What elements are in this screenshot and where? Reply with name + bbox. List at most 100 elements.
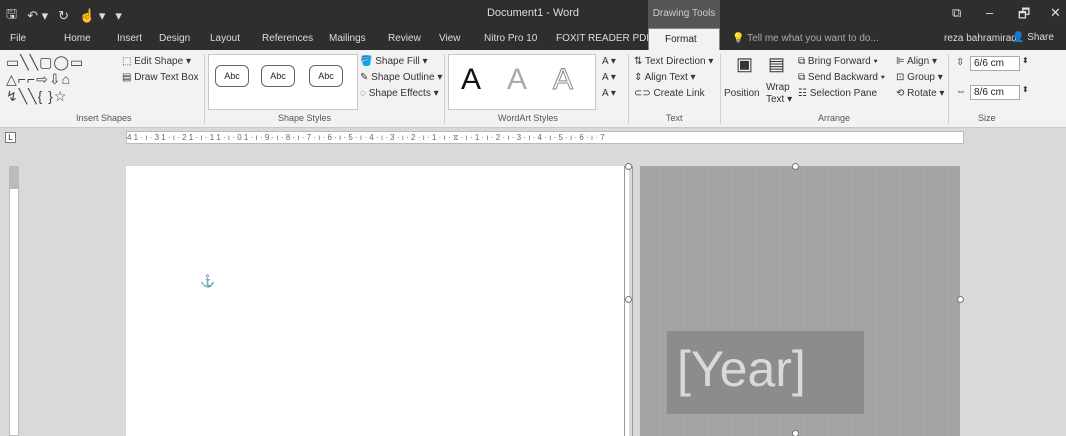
- share-button[interactable]: 👤 Share: [1012, 32, 1054, 43]
- tab-format[interactable]: Format: [648, 28, 720, 50]
- tab-file[interactable]: File: [10, 33, 26, 44]
- shape-height-field[interactable]: 6/6 cm: [970, 56, 1020, 71]
- horizontal-ruler[interactable]: 4 1 · ı · 3 1 · ı · 2 1 · ı · 1 1 · ı · …: [126, 131, 964, 144]
- tab-insert[interactable]: Insert: [117, 33, 142, 44]
- document-page[interactable]: [126, 166, 629, 436]
- selection-pane-label: Selection Pane: [809, 88, 878, 99]
- tell-me-text: Tell me what you want to do...: [747, 33, 879, 44]
- wordart-style-3[interactable]: A: [552, 63, 573, 97]
- shape-styles-gallery: Abc Abc Abc: [208, 54, 358, 110]
- text-box-icon: ▤: [122, 72, 135, 83]
- minimize-button[interactable]: –: [986, 5, 993, 20]
- align-text-label: Align Text ▾: [644, 72, 696, 83]
- group-button[interactable]: ⊡ Group ▾: [896, 72, 943, 83]
- text-effects-icon[interactable]: A ▾: [602, 88, 616, 99]
- resize-handle-left[interactable]: [625, 296, 632, 303]
- shape-effects-label: Shape Effects ▾: [368, 88, 439, 99]
- rotate-button[interactable]: ⟲ Rotate ▾: [896, 88, 944, 99]
- wrap-text-line-2[interactable]: Text ▾: [766, 94, 792, 105]
- shapes-gallery[interactable]: ▭╲╲▢◯▭ △⌐⌐⇨⇩⌂ ↯╲╲{ }☆: [6, 54, 112, 110]
- tab-selector[interactable]: L: [5, 132, 16, 143]
- send-backward-icon: ⧉: [798, 72, 808, 83]
- shape-style-3[interactable]: Abc: [309, 65, 343, 87]
- width-spinner[interactable]: ⬍: [1022, 85, 1029, 94]
- wrap-text-icon[interactable]: ▤: [768, 54, 785, 75]
- tell-me-search[interactable]: 💡 Tell me what you want to do...: [732, 33, 879, 44]
- resize-handle-bottom[interactable]: [792, 430, 799, 436]
- ribbon-display-icon[interactable]: ⧉: [952, 5, 961, 21]
- shape-width-field[interactable]: 8/6 cm: [970, 85, 1020, 100]
- tab-references[interactable]: References: [262, 33, 313, 44]
- align-text-button[interactable]: ⇕ Align Text ▾: [634, 72, 696, 83]
- year-placeholder[interactable]: [Year]: [677, 340, 806, 398]
- resize-handle-right[interactable]: [957, 296, 964, 303]
- tab-design[interactable]: Design: [159, 33, 190, 44]
- tab-foxit-reader[interactable]: FOXIT READER PDF: [556, 33, 653, 44]
- tab-mailings[interactable]: Mailings: [329, 33, 366, 44]
- group-label-shape-styles: Shape Styles: [278, 113, 332, 123]
- resize-handle-top[interactable]: [792, 163, 799, 170]
- shape-outline-icon: ✎: [360, 72, 372, 83]
- close-button[interactable]: ✕: [1050, 5, 1061, 21]
- shape-effects-button[interactable]: ◌ Shape Effects ▾: [360, 88, 439, 99]
- ruler-row: L 4 1 · ı · 3 1 · ı · 2 1 · ı · 1 1 · ı …: [0, 129, 1066, 146]
- height-spinner[interactable]: ⬍: [1022, 56, 1029, 65]
- edit-shape-icon: ⬚: [122, 56, 135, 67]
- bring-forward-icon: ⧉: [798, 56, 808, 67]
- position-button[interactable]: Position: [724, 88, 760, 99]
- send-backward-label: Send Backward ▾: [807, 72, 885, 83]
- ribbon-tabs: File Home Insert Design Layout Reference…: [0, 28, 1066, 50]
- group-label-insert-shapes: Insert Shapes: [76, 113, 132, 123]
- selection-pane-icon: ☷: [798, 88, 810, 99]
- maximize-button[interactable]: 🗗: [1018, 5, 1030, 27]
- vertical-ruler[interactable]: [9, 166, 19, 436]
- rotate-icon: ⟲: [896, 88, 908, 99]
- shape-outline-button[interactable]: ✎ Shape Outline ▾: [360, 72, 442, 83]
- align-label: Align ▾: [906, 56, 937, 67]
- text-outline-icon[interactable]: A ▾: [602, 72, 616, 83]
- align-button[interactable]: ⊫ Align ▾: [896, 56, 937, 67]
- shape-effects-icon: ◌: [360, 88, 369, 99]
- shapes-row-1: ▭╲╲▢◯▭: [6, 54, 85, 70]
- user-name[interactable]: reza bahramirad: [944, 33, 1017, 44]
- ribbon-separator: [948, 54, 949, 124]
- height-icon: ⇳: [956, 57, 965, 68]
- link-icon: ⊂⊃: [634, 88, 654, 99]
- title-bar: 🖫 ↶ ▾ ↻ ☝ ▾ ▾ Document1 - Word Drawing T…: [0, 0, 1066, 28]
- tab-nitro-pro[interactable]: Nitro Pro 10: [484, 33, 537, 44]
- position-icon[interactable]: ▣: [736, 54, 753, 75]
- shape-fill-button[interactable]: 🪣 Shape Fill ▾: [360, 56, 428, 67]
- group-icon: ⊡: [896, 72, 908, 83]
- bring-forward-label: Bring Forward ▾: [807, 56, 878, 67]
- anchor-icon[interactable]: ⚓: [200, 274, 215, 288]
- group-label-wordart-styles: WordArt Styles: [498, 113, 558, 123]
- shape-fill-label: Shape Fill ▾: [375, 56, 428, 67]
- shape-style-2[interactable]: Abc: [261, 65, 295, 87]
- wordart-style-1[interactable]: A: [461, 63, 481, 97]
- wrap-text-line-1[interactable]: Wrap: [766, 82, 790, 93]
- bring-forward-button[interactable]: ⧉ Bring Forward ▾: [798, 56, 878, 67]
- wordart-style-2[interactable]: A: [507, 63, 527, 97]
- selection-pane-button[interactable]: ☷ Selection Pane: [798, 88, 877, 99]
- ribbon-separator: [204, 54, 205, 124]
- shape-outline-label: Shape Outline ▾: [371, 72, 443, 83]
- tab-home[interactable]: Home: [64, 33, 91, 44]
- text-fill-icon[interactable]: A ▾: [602, 56, 616, 67]
- shape-style-1[interactable]: Abc: [215, 65, 249, 87]
- ribbon-separator: [720, 54, 721, 124]
- shapes-row-2: △⌐⌐⇨⇩⌂: [6, 71, 72, 87]
- shapes-row-3: ↯╲╲{ }☆: [6, 88, 68, 104]
- word-window: 🖫 ↶ ▾ ↻ ☝ ▾ ▾ Document1 - Word Drawing T…: [0, 0, 1066, 436]
- tab-layout[interactable]: Layout: [210, 33, 240, 44]
- create-link-button[interactable]: ⊂⊃ Create Link: [634, 88, 705, 99]
- tab-review[interactable]: Review: [388, 33, 421, 44]
- draw-text-box-label: Draw Text Box: [134, 72, 199, 83]
- resize-handle-top-left[interactable]: [625, 163, 632, 170]
- edit-shape-button[interactable]: ⬚ Edit Shape ▾: [122, 56, 191, 67]
- tab-view[interactable]: View: [439, 33, 461, 44]
- create-link-label: Create Link: [653, 88, 705, 99]
- draw-text-box-button[interactable]: ▤ Draw Text Box: [122, 72, 199, 83]
- window-title: Document1 - Word: [486, 7, 580, 19]
- text-direction-button[interactable]: ⇅ Text Direction ▾: [634, 56, 713, 67]
- send-backward-button[interactable]: ⧉ Send Backward ▾: [798, 72, 885, 83]
